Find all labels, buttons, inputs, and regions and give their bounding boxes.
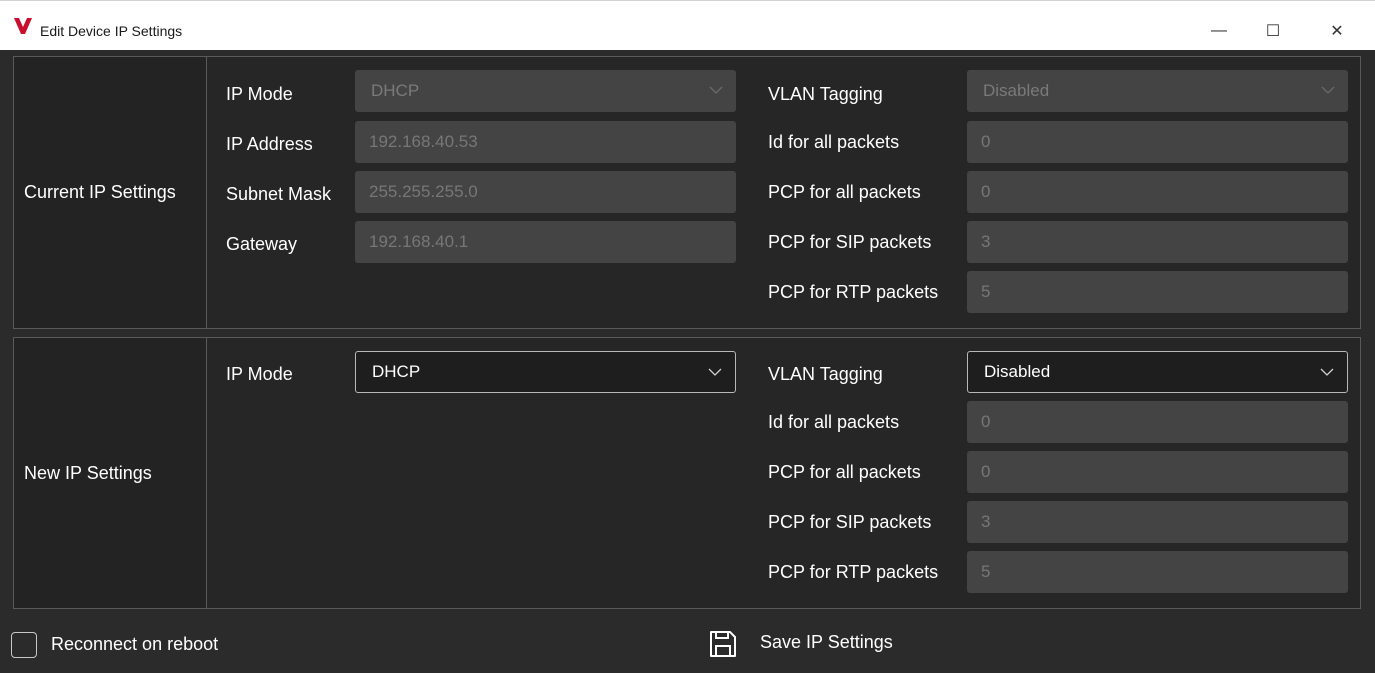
new-pcp-all-field: 0: [967, 451, 1348, 493]
current-pcp-all-field: 0: [967, 171, 1348, 213]
current-pcp-rtp-field: 5: [967, 271, 1348, 313]
current-subnet-mask-label: Subnet Mask: [226, 184, 332, 204]
new-pcp-rtp-label: PCP for RTP packets: [768, 562, 939, 582]
current-vlan-tagging-value: Disabled: [983, 81, 1050, 100]
current-id-all-label: Id for all packets: [768, 132, 900, 152]
new-pcp-all-label: PCP for all packets: [768, 462, 921, 482]
new-ip-mode-value: DHCP: [372, 362, 421, 381]
new-id-all-label: Id for all packets: [768, 412, 900, 432]
new-vlan-tagging-select[interactable]: Disabled: [967, 351, 1348, 393]
title-bar: Edit Device IP Settings — ☐ ✕: [0, 0, 1375, 50]
current-pcp-rtp-label: PCP for RTP packets: [768, 282, 939, 302]
chevron-down-icon: [709, 86, 723, 94]
maximize-button[interactable]: ☐: [1250, 11, 1296, 51]
current-pcp-sip-label: PCP for SIP packets: [768, 232, 932, 252]
new-pcp-sip-label: PCP for SIP packets: [768, 512, 932, 532]
save-ip-settings-button[interactable]: Save IP Settings: [760, 632, 893, 653]
new-id-all-field: 0: [967, 401, 1348, 443]
current-pcp-sip-field: 3: [967, 221, 1348, 263]
new-pcp-rtp-field: 5: [967, 551, 1348, 593]
floppy-disk-icon[interactable]: [708, 629, 738, 659]
current-ip-mode-label: IP Mode: [226, 84, 293, 104]
current-ip-address-label: IP Address: [226, 134, 313, 154]
new-vlan-tagging-value: Disabled: [984, 362, 1051, 381]
new-ip-settings-label: New IP Settings: [14, 338, 207, 608]
new-vlan-tagging-label: VLAN Tagging: [768, 364, 883, 384]
current-ip-mode-value: DHCP: [371, 81, 420, 100]
new-pcp-sip-field: 3: [967, 501, 1348, 543]
current-gateway-field: 192.168.40.1: [355, 221, 736, 263]
close-button[interactable]: ✕: [1314, 11, 1360, 51]
current-id-all-field: 0: [967, 121, 1348, 163]
dialog-content: Current IP Settings IP Mode DHCP IP Addr…: [0, 50, 1375, 673]
new-ip-mode-select[interactable]: DHCP: [355, 351, 736, 393]
chevron-down-icon: [708, 368, 722, 376]
current-ip-address-field: 192.168.40.53: [355, 121, 736, 163]
current-pcp-all-label: PCP for all packets: [768, 182, 921, 202]
reconnect-on-reboot-checkbox[interactable]: [11, 632, 37, 658]
current-ip-settings-label: Current IP Settings: [14, 57, 207, 328]
window-title: Edit Device IP Settings: [40, 23, 183, 39]
current-vlan-tagging-select: Disabled: [967, 70, 1348, 112]
current-gateway-label: Gateway: [226, 234, 298, 254]
new-ip-mode-label: IP Mode: [226, 364, 293, 384]
current-ip-mode-select: DHCP: [355, 70, 736, 112]
reconnect-on-reboot-label[interactable]: Reconnect on reboot: [51, 634, 218, 655]
current-vlan-tagging-label: VLAN Tagging: [768, 84, 883, 104]
app-logo-icon: [14, 18, 32, 34]
minimize-button[interactable]: —: [1196, 11, 1242, 51]
chevron-down-icon: [1320, 368, 1334, 376]
chevron-down-icon: [1321, 86, 1335, 94]
current-subnet-mask-field: 255.255.255.0: [355, 171, 736, 213]
